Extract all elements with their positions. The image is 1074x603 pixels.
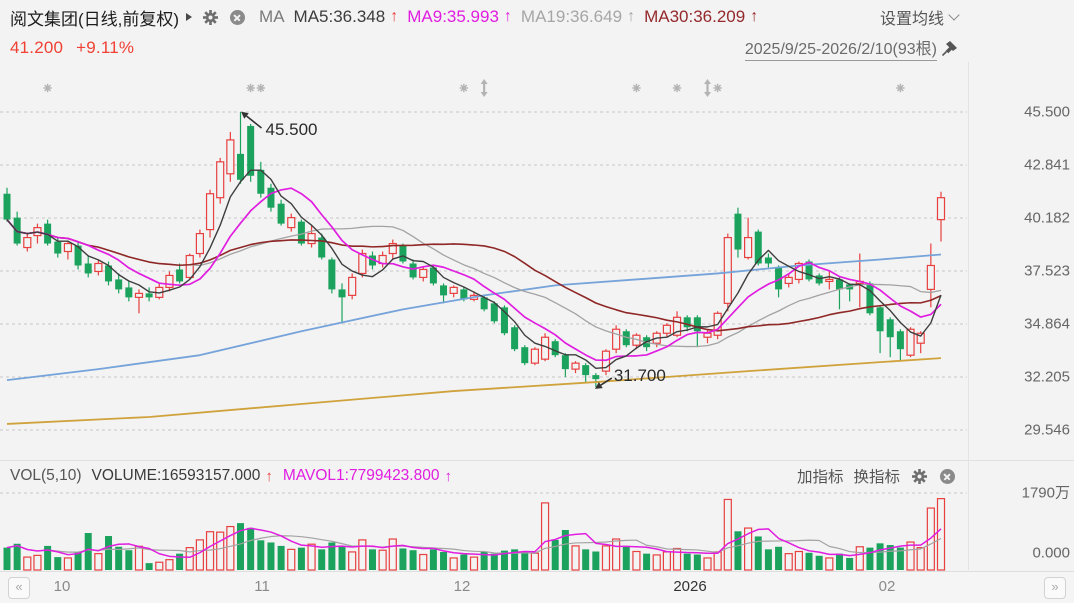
- time-axis-label-nov: 11: [254, 578, 270, 595]
- pane-divider: [0, 460, 1074, 461]
- volume-pane-header: VOL(5,10) VOLUME:16593157.000 ↑ MAVOL1:7…: [10, 464, 956, 488]
- time-axis-label-oct: 10: [53, 578, 71, 595]
- visible-range-control[interactable]: 2025/9/25-2026/2/10(93根): [744, 35, 958, 61]
- price-axis-tick: 42.841: [1024, 156, 1070, 174]
- high-annotation-label: 45.500: [266, 120, 318, 139]
- volume-up-arrow: ↑: [265, 467, 273, 485]
- ma-overlay-label: MA: [259, 7, 285, 26]
- visible-range-text: 2025/9/25-2026/2/10(93根): [744, 35, 937, 61]
- ma19-up-arrow: ↑: [627, 8, 636, 25]
- chart-header: 阅文集团(日线,前复权) MA MA5:36.348 ↑ MA9:35.993 …: [10, 4, 960, 30]
- volume-axis-max: 1790万: [1021, 484, 1070, 502]
- price-row: 41.200 +9.11% 2025/9/25-2026/2/10(93根): [10, 35, 958, 61]
- time-axis: « 10 11 12 2026 02 »: [0, 571, 1074, 603]
- set-ma-label: 设置均线: [879, 11, 944, 28]
- price-axis-tick: 40.182: [1024, 209, 1070, 227]
- change-percent: +9.11%: [76, 38, 135, 57]
- pin-icon[interactable]: [942, 40, 958, 56]
- volume-close-icon[interactable]: [938, 467, 956, 485]
- price-axis-tick: 32.205: [1024, 368, 1070, 386]
- price-axis-tick: 45.500: [1024, 103, 1070, 121]
- low-annotation-label: 31.700: [614, 366, 666, 385]
- ma5-up-arrow: ↑: [390, 8, 399, 25]
- time-axis-label-feb: 02: [878, 578, 896, 595]
- ma30-up-arrow: ↑: [750, 8, 759, 25]
- time-axis-label-2026: 2026: [673, 578, 707, 595]
- set-ma-button[interactable]: 设置均线: [879, 5, 960, 29]
- scroll-left-button[interactable]: «: [8, 577, 30, 599]
- last-price: 41.200: [10, 38, 64, 57]
- ma9-up-arrow: ↑: [503, 8, 512, 25]
- price-axis-tick: 34.864: [1024, 315, 1070, 333]
- axis-divider: [968, 62, 969, 570]
- add-indicator-button[interactable]: 加指标: [797, 465, 844, 487]
- mavol1-value: MAVOL1:7799423.800: [282, 467, 440, 484]
- last-price-and-change: 41.200 +9.11%: [10, 38, 134, 58]
- remove-indicator-close-icon[interactable]: [228, 8, 246, 26]
- volume-value: VOLUME:16593157.000: [91, 467, 261, 484]
- ma5-value: MA5:36.348: [293, 7, 386, 26]
- mavol1-up-arrow: ↑: [444, 467, 452, 485]
- ma30-value: MA30:36.209: [644, 7, 746, 26]
- price-axis-tick: 29.546: [1024, 421, 1070, 439]
- volume-settings-gear-icon[interactable]: [910, 467, 928, 485]
- chevron-down-icon: [948, 9, 960, 21]
- volume-axis-min: 0.000: [1032, 544, 1070, 562]
- price-axis-tick: 37.523: [1024, 262, 1070, 280]
- time-axis-label-dec: 12: [453, 578, 471, 595]
- candlestick-chart-canvas[interactable]: 45.500 31.700: [0, 0, 1074, 603]
- stock-chart-app: 45.500 31.700 阅文集团(日线,前复权) MA MA5:36.348 …: [0, 0, 1074, 603]
- stock-title: 阅文集团(日线,前复权): [10, 9, 180, 29]
- ma9-value: MA9:35.993: [407, 7, 499, 26]
- volume-indicator-label: VOL(5,10): [10, 467, 82, 484]
- switch-indicator-button[interactable]: 换指标: [853, 465, 900, 487]
- ma19-value: MA19:36.649: [520, 7, 623, 26]
- scroll-right-button[interactable]: »: [1044, 577, 1066, 599]
- ma-settings-gear-icon[interactable]: [201, 8, 219, 26]
- volume-pane-tools: 加指标 换指标: [797, 465, 956, 487]
- collapse-triangle-icon[interactable]: [186, 13, 193, 21]
